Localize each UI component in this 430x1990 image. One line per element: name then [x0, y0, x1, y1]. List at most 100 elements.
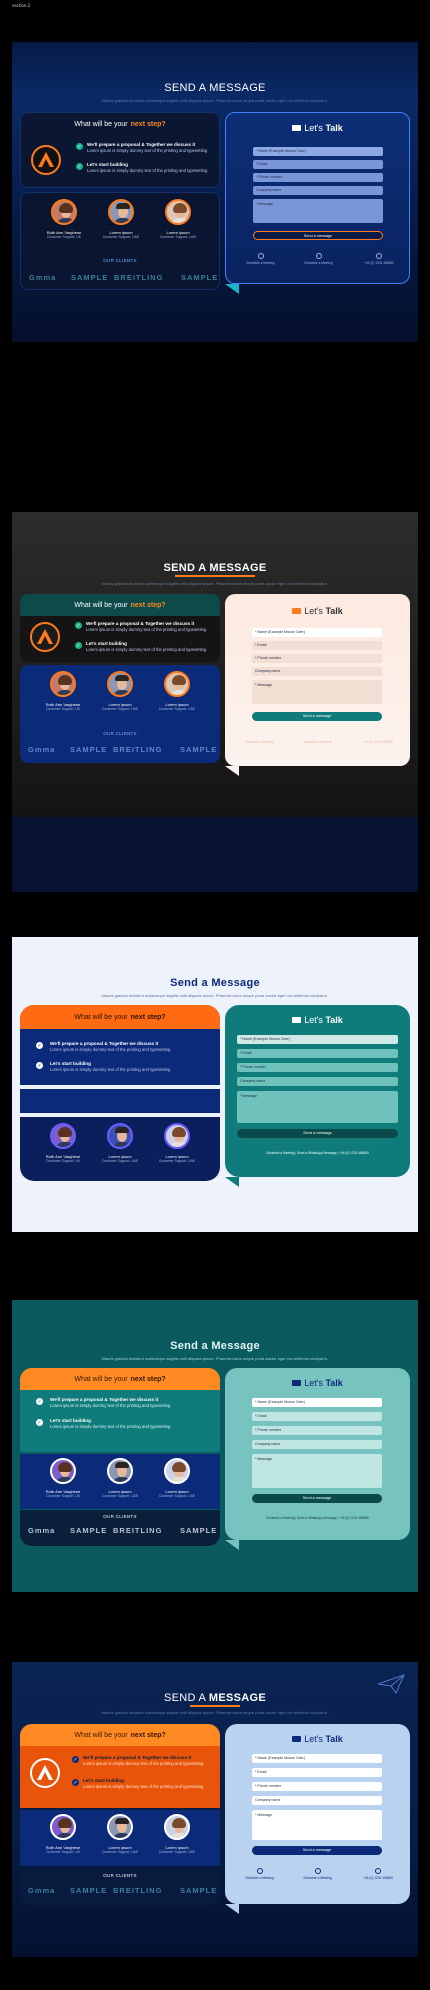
- avatar: [164, 671, 190, 697]
- client-logo: SAMPLE: [181, 273, 219, 282]
- schedule-meeting-link[interactable]: Schedule a Meeting: [295, 740, 340, 744]
- company-field[interactable]: Company name: [252, 1440, 382, 1449]
- client-logo: Gmma: [28, 745, 56, 754]
- name-field[interactable]: * Name (Example Mouse Over): [237, 1035, 398, 1044]
- client-logo: BREITLING: [113, 1886, 163, 1895]
- phone-link[interactable]: +44 (0) 1234 456680: [354, 253, 404, 265]
- client-logo: Gmma: [28, 1886, 56, 1895]
- email-field[interactable]: * Email: [252, 1768, 382, 1777]
- clients-label: OUR CLIENTS: [103, 1873, 137, 1878]
- contact-form: Let's Talk * Name (Example Mouse Over) *…: [225, 1724, 410, 1904]
- send-message-button[interactable]: Send a message: [252, 1494, 382, 1503]
- message-field[interactable]: * Message: [253, 199, 383, 223]
- schedule-meeting-link[interactable]: Schedule a Meeting: [295, 1868, 340, 1880]
- question-heading: What will be your next step?: [20, 1724, 220, 1746]
- person-role: Customer Support, UK: [46, 235, 82, 239]
- avatar: [107, 1814, 133, 1840]
- avatar: [50, 1814, 76, 1840]
- mail-icon: [292, 1735, 302, 1742]
- form-title: Let's Talk: [225, 1734, 410, 1744]
- person-role: Customer Support, UK: [45, 1850, 81, 1854]
- form-title: Let's Talk: [225, 1378, 410, 1388]
- name-field[interactable]: * Name (Example Mouse Over): [252, 1398, 382, 1407]
- name-field[interactable]: * Name (Example Mouse Over): [252, 628, 382, 637]
- phone-field[interactable]: * Phone number: [252, 654, 382, 663]
- check-icon: ✓: [72, 1756, 79, 1763]
- schedule-meeting-link[interactable]: Schedule a Meeting: [237, 740, 282, 744]
- send-message-button[interactable]: Send a message: [252, 1846, 382, 1855]
- person-role: Customer Support, UK: [45, 707, 81, 711]
- company-field[interactable]: Company name: [252, 1796, 382, 1805]
- message-field[interactable]: * Message: [252, 1454, 382, 1488]
- phone-link[interactable]: +44 (0) 1234 456680: [353, 740, 403, 744]
- send-message-button[interactable]: Send a message: [252, 712, 382, 721]
- client-logo: SAMPLE: [71, 273, 109, 282]
- send-message-button[interactable]: Send a message: [237, 1129, 398, 1138]
- section-title: Send a Message: [170, 1340, 260, 1352]
- client-logo: BREITLING: [113, 1526, 163, 1535]
- phone-field[interactable]: * Phone number: [237, 1063, 398, 1072]
- email-field[interactable]: * Email: [253, 160, 383, 169]
- section-grey-footer: [12, 817, 418, 892]
- email-field[interactable]: * Email: [252, 641, 382, 650]
- team-card: Ruth Ann Varghese Customer Support, UK L…: [20, 1810, 220, 1866]
- schedule-meeting-link[interactable]: Schedule a Meeting: [237, 1868, 282, 1880]
- avatar: [107, 671, 133, 697]
- company-field[interactable]: Company name: [253, 186, 383, 195]
- message-field[interactable]: * Message: [237, 1091, 398, 1123]
- phone-field[interactable]: * Phone number: [253, 173, 383, 182]
- person-role: Customer Support, UK: [45, 1159, 81, 1163]
- clients-card: OUR CLIENTS Gmma SAMPLE BREITLING SAMPLE: [20, 1510, 220, 1546]
- phone-field[interactable]: * Phone number: [252, 1426, 382, 1435]
- contact-footer[interactable]: Schedule a Meeting | Send a WhatsApp Mes…: [235, 1151, 400, 1155]
- avatar: [50, 1458, 76, 1484]
- company-field[interactable]: Company name: [237, 1077, 398, 1086]
- phone-icon: [376, 253, 382, 259]
- email-field[interactable]: * Email: [237, 1049, 398, 1058]
- person-role: Customer Support, UAE: [158, 1494, 196, 1498]
- form-title: Let's Talk: [225, 1015, 410, 1025]
- check-icon: ✓: [72, 1779, 79, 1786]
- person-role: Customer Support, UK: [45, 1494, 81, 1498]
- section-title: SEND A MESSAGE: [163, 1692, 267, 1704]
- phone-field[interactable]: * Phone number: [252, 1782, 382, 1791]
- person-role: Customer Support, UAE: [101, 1494, 139, 1498]
- step-1: We'll prepare a proposal & Together we d…: [50, 1397, 171, 1408]
- client-logo: SAMPLE: [180, 745, 218, 754]
- step-1: We'll prepare a proposal & Together we d…: [87, 142, 208, 153]
- section-subtitle: Mauris gravida tincidunt scelerisque sag…: [101, 581, 329, 586]
- name-field[interactable]: * Name (Example Mouse Over): [253, 147, 383, 156]
- step-1: We'll prepare a proposal & Together we d…: [50, 1041, 171, 1052]
- schedule-meeting-link[interactable]: Schedule a Meeting: [296, 253, 341, 265]
- section-navy-orange: SEND A MESSAGE Mauris gravida tincidunt …: [12, 1662, 418, 1957]
- avatar: [108, 199, 134, 225]
- person-role: Customer Support, UAE: [158, 1850, 196, 1854]
- check-icon: ✓: [36, 1419, 43, 1426]
- step-2: Let's start building Lorem ipsum is simpl…: [50, 1061, 171, 1072]
- mail-icon: [292, 607, 302, 614]
- company-field[interactable]: Company name: [252, 667, 382, 676]
- step-1: We'll prepare a proposal & Together we d…: [83, 1755, 204, 1766]
- check-icon: ✓: [75, 622, 82, 629]
- phone-link[interactable]: +44 (0) 1234 456680: [353, 1868, 403, 1880]
- contact-footer[interactable]: Schedule a Meeting | Send a WhatsApp Mes…: [235, 1516, 400, 1520]
- form-title: Let's Talk: [225, 606, 410, 616]
- contact-form: Let's Talk * Name (Example Mouse Over) *…: [225, 594, 410, 766]
- name-field[interactable]: * Name (Example Mouse Over): [252, 1754, 382, 1763]
- avatar: [107, 1458, 133, 1484]
- clock-icon: [257, 253, 264, 259]
- person-role: Customer Support, UAE: [159, 235, 197, 239]
- section-title: SEND A MESSAGE: [163, 562, 267, 574]
- message-field[interactable]: * Message: [252, 680, 382, 704]
- section-navy: SEND A MESSAGE Mauris gravida tincidunt …: [12, 42, 418, 342]
- step-1: We'll prepare a proposal & Together we d…: [86, 621, 207, 632]
- email-field[interactable]: * Email: [252, 1412, 382, 1421]
- step-2: Let's start building Lorem ipsum is simpl…: [86, 641, 207, 652]
- send-message-button[interactable]: Send a message: [253, 231, 383, 240]
- message-field[interactable]: * Message: [252, 1810, 382, 1840]
- clients-label: OUR CLIENTS: [103, 1514, 137, 1519]
- avatar: [51, 199, 77, 225]
- person-role: Customer Support, UAE: [101, 1850, 139, 1854]
- schedule-meeting-link[interactable]: Schedule a Meeting: [238, 253, 283, 265]
- clients-card: OUR CLIENTS Gmma SAMPLE BREITLING SAMPLE: [20, 1868, 220, 1906]
